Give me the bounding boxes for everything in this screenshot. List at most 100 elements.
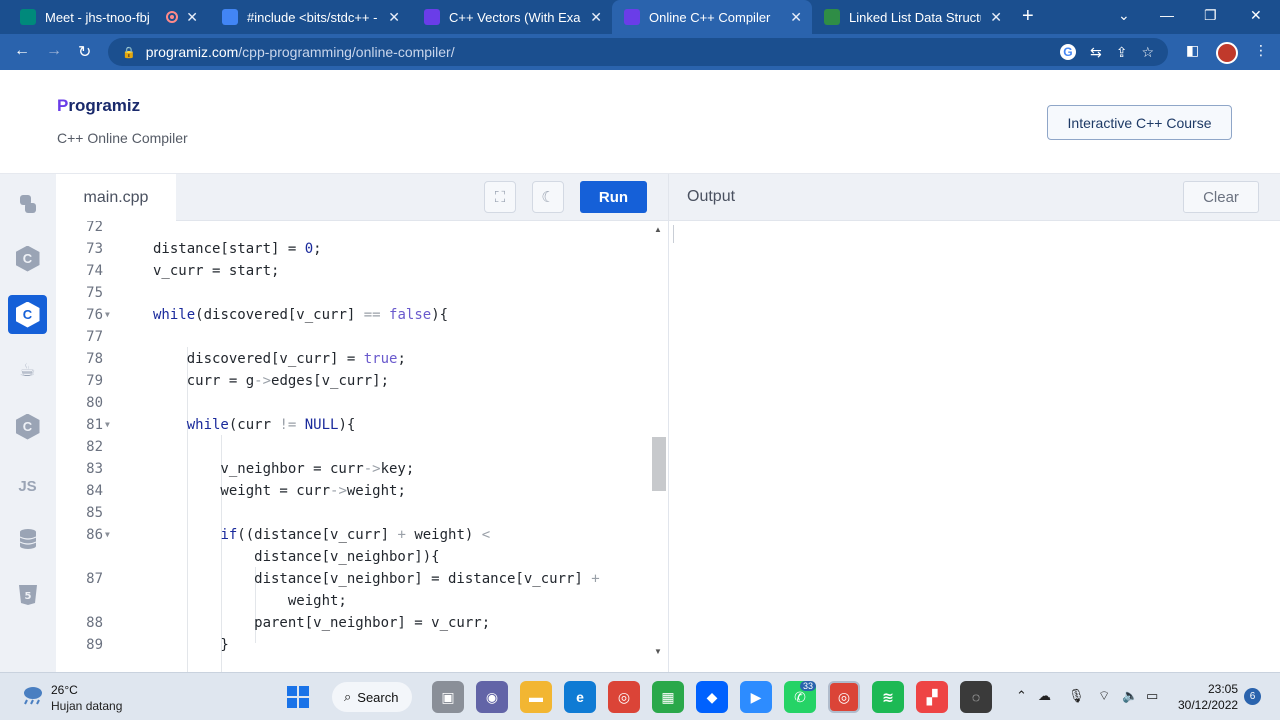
close-tab-icon[interactable]: ✕ — [990, 9, 1002, 26]
dropbox-icon[interactable]: ◆ — [696, 681, 728, 713]
code-line[interactable]: 88 parent[v_neighbor] = v_curr; — [56, 612, 652, 634]
code-line[interactable]: 84 weight = curr->weight; — [56, 480, 652, 502]
clear-button[interactable]: Clear — [1183, 181, 1259, 213]
edge-icon[interactable]: e — [564, 681, 596, 713]
java-language-button[interactable]: ☕ — [8, 351, 47, 390]
code-line[interactable]: weight; — [56, 590, 652, 612]
code-editor[interactable]: ▲ ▼ 72 73 distance[start] = 0; 74 v_curr = s… — [56, 221, 668, 672]
expand-icon: ⛶ — [494, 188, 506, 206]
wifi-icon[interactable]: ⌔ — [1098, 688, 1110, 704]
code-line[interactable]: 79 curr = g->edges[v_curr]; — [56, 370, 652, 392]
rain-cloud-icon[interactable] — [20, 685, 44, 705]
code-line[interactable]: 82 — [56, 436, 652, 458]
code-line[interactable]: 89 } — [56, 634, 652, 656]
code-line[interactable]: distance[v_neighbor]){ — [56, 546, 652, 568]
clock-time[interactable]: 23:05 — [1208, 682, 1238, 696]
fullscreen-button[interactable]: ⛶ — [484, 181, 516, 213]
profile-avatar[interactable] — [1216, 42, 1238, 64]
battery-icon[interactable]: ▭ — [1146, 688, 1158, 704]
minimize-icon[interactable]: — — [1160, 7, 1174, 23]
chrome-active-icon[interactable]: ◎ — [828, 681, 860, 713]
volume-icon[interactable]: 🔈 — [1122, 688, 1138, 704]
cpp-language-button[interactable]: C — [8, 295, 47, 334]
notification-count[interactable]: 6 — [1244, 688, 1261, 705]
microphone-icon[interactable]: 🎙 — [1068, 688, 1085, 704]
browser-toolbar: ← → ↻ 🔒 programiz.com/cpp-programming/on… — [0, 34, 1280, 70]
run-button[interactable]: Run — [580, 181, 647, 213]
code-line[interactable]: 83 v_neighbor = curr->key; — [56, 458, 652, 480]
cloud-sync-icon[interactable]: ☁ — [1038, 688, 1051, 704]
sql-language-button[interactable] — [8, 519, 47, 558]
code-line[interactable]: 77 — [56, 326, 652, 348]
obs-icon[interactable]: ◌ — [960, 681, 992, 713]
google-lens-icon[interactable]: G — [1059, 44, 1076, 60]
close-window-icon[interactable]: ✕ — [1250, 7, 1262, 24]
python-language-button[interactable] — [8, 184, 47, 223]
weather-description[interactable]: Hujan datang — [51, 699, 122, 713]
weather-temperature[interactable]: 26°C — [51, 683, 78, 697]
translate-icon[interactable]: ⇆ — [1090, 44, 1102, 61]
code-line[interactable]: 80 — [56, 392, 652, 414]
html-language-button[interactable]: 5 — [8, 575, 47, 614]
language-sidebar: C C ☕ C JS 5 — [0, 174, 56, 672]
code-line[interactable]: 85 — [56, 502, 652, 524]
javascript-language-button[interactable]: JS — [8, 467, 47, 506]
close-tab-icon[interactable]: ✕ — [186, 9, 198, 26]
browser-tab-meet[interactable]: Meet - jhs-tnoo-fbj ✕ — [8, 0, 208, 34]
page-header: Programiz C++ Online Compiler Interactiv… — [0, 70, 1280, 174]
code-line[interactable]: 87 distance[v_neighbor] = distance[v_cur… — [56, 568, 652, 590]
close-tab-icon[interactable]: ✕ — [388, 9, 400, 26]
chevron-up-icon[interactable]: ⌃ — [1016, 688, 1027, 704]
c-language-button[interactable]: C — [8, 239, 47, 278]
code-line[interactable]: 81 ▼ while(curr != NULL){ — [56, 414, 652, 436]
scroll-up-icon[interactable]: ▲ — [654, 225, 662, 234]
code-line[interactable]: 76 ▼ while(discovered[v_curr] == false){ — [56, 304, 652, 326]
browser-tab-vectors[interactable]: C++ Vectors (With Examp ✕ — [412, 0, 612, 34]
code-line[interactable]: 73 distance[start] = 0; — [56, 238, 652, 260]
back-icon[interactable]: ← — [14, 42, 30, 60]
code-line[interactable]: 86 ▼ if((distance[v_curr] + weight) < — [56, 524, 652, 546]
browser-tab-compiler[interactable]: Online C++ Compiler ✕ — [612, 0, 812, 34]
forward-icon[interactable]: → — [46, 42, 62, 60]
editor-scrollbar-thumb[interactable] — [652, 437, 666, 491]
close-tab-icon[interactable]: ✕ — [790, 9, 802, 26]
restore-icon[interactable]: ❐ — [1204, 7, 1217, 24]
interactive-course-button[interactable]: Interactive C++ Course — [1047, 105, 1232, 140]
csharp-language-button[interactable]: C — [8, 407, 47, 446]
menu-icon[interactable]: ⋮ — [1254, 42, 1268, 59]
browser-tab-linked-list[interactable]: Linked List Data Structure ✕ — [812, 0, 1012, 34]
file-tab-main-cpp[interactable]: main.cpp — [56, 174, 176, 221]
output-console[interactable] — [668, 221, 1280, 672]
scroll-down-icon[interactable]: ▼ — [654, 647, 662, 656]
code-line[interactable]: 75 — [56, 282, 652, 304]
side-panel-icon[interactable]: ◧ — [1186, 42, 1199, 59]
address-bar[interactable]: 🔒 programiz.com/cpp-programming/online-c… — [108, 38, 1168, 66]
microsoft-store-icon[interactable]: ▦ — [652, 681, 684, 713]
app-grid-icon[interactable]: ▞ — [916, 681, 948, 713]
database-icon — [19, 528, 36, 549]
programiz-logo[interactable]: Programiz — [57, 96, 140, 116]
taskbar-search[interactable]: ⌕ Search — [332, 682, 412, 712]
code-line[interactable]: 72 — [56, 221, 652, 238]
share-icon[interactable]: ⇪ — [1116, 44, 1128, 61]
file-explorer-icon[interactable]: ▬ — [520, 681, 552, 713]
close-tab-icon[interactable]: ✕ — [590, 9, 602, 26]
start-button[interactable] — [282, 681, 314, 713]
bookmark-star-icon[interactable]: ☆ — [1141, 44, 1154, 61]
fold-arrow-icon[interactable]: ▼ — [105, 414, 110, 436]
zoom-icon[interactable]: ▶ — [740, 681, 772, 713]
reload-icon[interactable]: ↻ — [78, 42, 91, 62]
fold-arrow-icon[interactable]: ▼ — [105, 524, 110, 546]
chevron-down-icon[interactable]: ⌄ — [1118, 7, 1130, 24]
fold-arrow-icon[interactable]: ▼ — [105, 304, 110, 326]
code-line[interactable]: 74 v_curr = start; — [56, 260, 652, 282]
browser-tab-docs[interactable]: #include <bits/stdc++ - G ✕ — [210, 0, 410, 34]
chrome-icon[interactable]: ◎ — [608, 681, 640, 713]
task-view-icon[interactable]: ▣ — [432, 681, 464, 713]
dark-mode-toggle[interactable]: ☾ — [532, 181, 564, 213]
new-tab-button[interactable]: + — [1022, 5, 1034, 28]
spotify-icon[interactable]: ≋ — [872, 681, 904, 713]
teams-chat-icon[interactable]: ◉ — [476, 681, 508, 713]
code-line[interactable]: 78 discovered[v_curr] = true; — [56, 348, 652, 370]
clock-date[interactable]: 30/12/2022 — [1178, 698, 1238, 712]
